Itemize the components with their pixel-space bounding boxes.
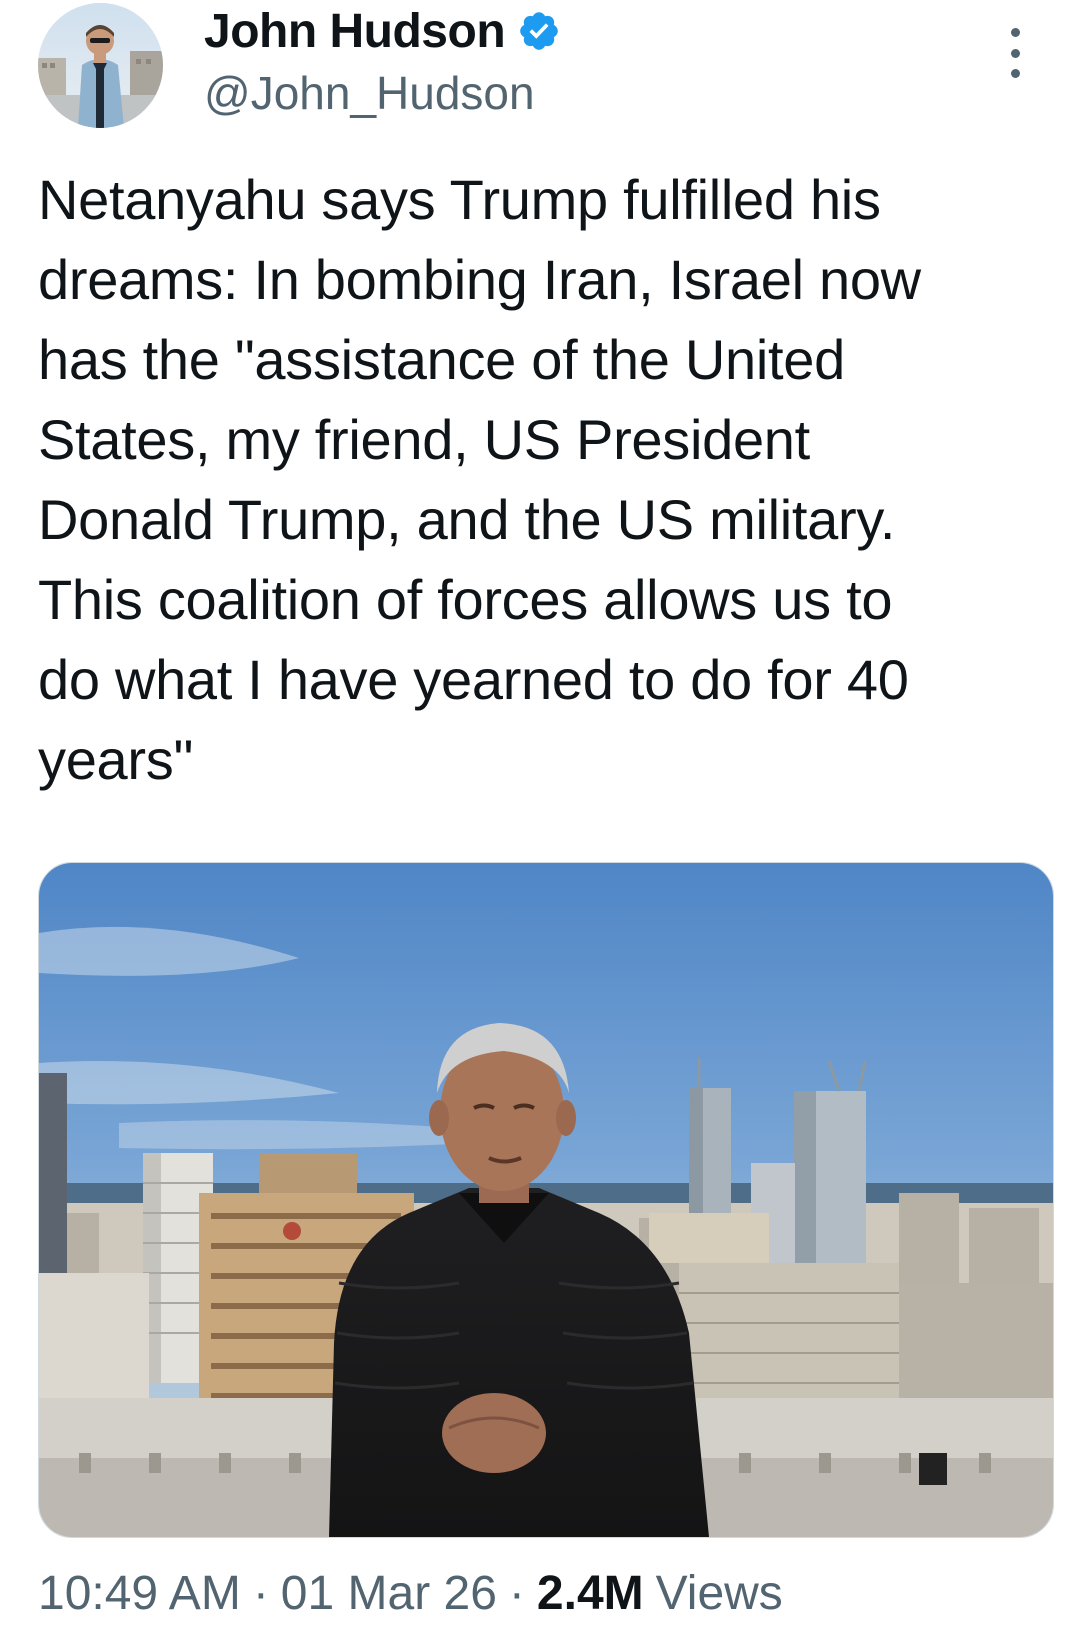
tweet-date[interactable]: 01 Mar 26 [281, 1566, 497, 1621]
views-label[interactable]: Views [656, 1566, 783, 1621]
more-dot [1010, 48, 1020, 58]
more-options-icon[interactable] [1003, 28, 1027, 78]
author-handle[interactable]: @John_Hudson [204, 66, 535, 120]
more-dot [1010, 28, 1020, 37]
avatar[interactable] [38, 3, 163, 128]
meta-separator: · [508, 1567, 525, 1620]
meta-separator: · [252, 1567, 269, 1620]
author-name-row[interactable]: John Hudson [204, 0, 561, 62]
tweet-meta: 10:49 AM · 01 Mar 26 · 2.4M Views [38, 1566, 783, 1621]
photo-man-in-black-jacket-city-skyline-icon [39, 863, 1053, 1537]
more-dot [1010, 69, 1020, 78]
tweet-time[interactable]: 10:49 AM [38, 1566, 241, 1621]
views-count[interactable]: 2.4M [537, 1566, 644, 1621]
profile-photo-icon [38, 3, 163, 128]
tweet-text: Netanyahu says Trump fulfilled his dream… [38, 168, 921, 791]
tweet-media-photo[interactable] [38, 862, 1054, 1538]
tweet-card: John Hudson @John_Hudson Netanyahu says … [0, 0, 1080, 1637]
author-display-name[interactable]: John Hudson [204, 4, 506, 59]
verified-badge-icon [520, 12, 558, 50]
